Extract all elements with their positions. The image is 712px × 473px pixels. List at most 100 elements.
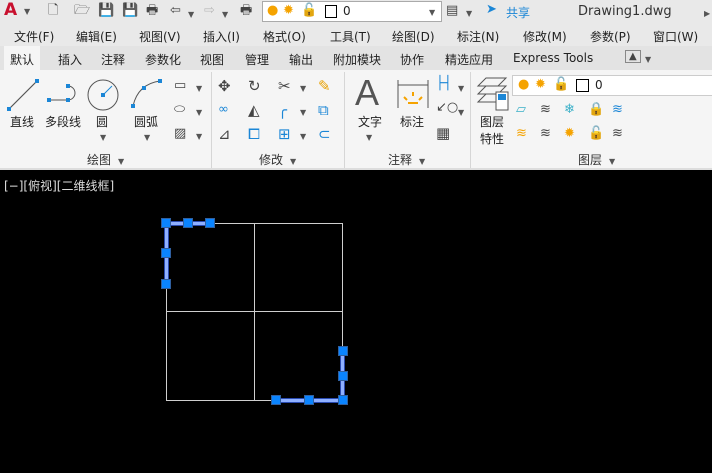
chevron-down-icon[interactable]: ▼	[118, 154, 124, 170]
save-icon[interactable]: 💾	[98, 3, 114, 19]
modify-panel-title[interactable]: 修改	[259, 151, 283, 168]
linear-dimension-icon[interactable]: ├┤	[436, 76, 452, 92]
chevron-down-icon[interactable]: ▼	[645, 52, 651, 68]
tab-collaborate[interactable]: 协作	[400, 51, 424, 68]
polyline-icon[interactable]	[46, 82, 80, 108]
chevron-down-icon[interactable]: ▼	[419, 154, 425, 170]
layer-combo[interactable]: ● ✹ 🔓 0 ▼	[262, 1, 442, 22]
grip[interactable]	[161, 248, 171, 258]
app-logo[interactable]: A	[4, 2, 17, 19]
menu-view[interactable]: 视图(V)	[139, 28, 181, 45]
ellipse-icon[interactable]: ⬭	[174, 102, 185, 118]
hatch-icon[interactable]: ▨	[174, 126, 186, 142]
ribbon-minimize-icon[interactable]: ▲	[625, 50, 641, 63]
app-menu-dropdown-icon[interactable]: ▼	[24, 4, 30, 20]
rectangle-icon[interactable]: ▭	[174, 78, 186, 94]
save-as-icon[interactable]: 💾	[122, 3, 138, 19]
offset-icon[interactable]: ⊂	[318, 126, 331, 142]
grip[interactable]	[183, 218, 193, 228]
layer-match-icon[interactable]: ≋	[612, 102, 623, 118]
menu-edit[interactable]: 编辑(E)	[76, 28, 117, 45]
plot-icon[interactable]: 🖶	[240, 3, 252, 19]
table-icon[interactable]: ▦	[436, 125, 450, 141]
workspace-icon[interactable]: ▤	[446, 3, 458, 19]
new-icon[interactable]: 🗋	[48, 3, 58, 19]
grip[interactable]	[304, 395, 314, 405]
line-icon[interactable]	[6, 78, 40, 112]
polyline-button[interactable]: 多段线	[45, 113, 81, 130]
grid-line-center[interactable]	[254, 223, 255, 400]
arc-button[interactable]: 圆弧	[134, 113, 158, 130]
layer-unlock-icon[interactable]: 🔓	[588, 126, 604, 142]
menu-draw[interactable]: 绘图(D)	[392, 28, 435, 45]
print-icon[interactable]: 🖶	[146, 3, 158, 19]
stretch-icon[interactable]: ⊿	[218, 126, 231, 142]
chevron-down-icon[interactable]: ▼	[300, 129, 306, 145]
fillet-icon[interactable]: ╭	[278, 102, 287, 118]
tab-parametric[interactable]: 参数化	[145, 51, 181, 68]
menu-parametric[interactable]: 参数(P)	[590, 28, 631, 45]
explode-icon[interactable]: ⧉	[318, 102, 329, 118]
menu-tools[interactable]: 工具(T)	[330, 28, 371, 45]
redo-dropdown-icon[interactable]: ▼	[222, 7, 228, 23]
tab-default[interactable]: 默认	[4, 46, 41, 70]
arc-dropdown-icon[interactable]: ▼	[144, 130, 150, 146]
viewport-controls[interactable]: [−][俯视][二维线框]	[4, 177, 114, 194]
line-button[interactable]: 直线	[10, 113, 34, 130]
tab-express-tools[interactable]: Express Tools	[513, 51, 593, 65]
move-icon[interactable]: ✥	[218, 78, 231, 94]
text-dropdown-icon[interactable]: ▼	[366, 130, 372, 146]
menu-dimension[interactable]: 标注(N)	[457, 28, 499, 45]
draw-panel-title[interactable]: 绘图	[87, 151, 111, 168]
layer-dropdown[interactable]: ● ✹ 🔓 0	[512, 75, 712, 96]
array-icon[interactable]: ⊞	[278, 126, 291, 142]
chevron-down-icon[interactable]: ▼	[458, 81, 464, 97]
layer-unisolate-icon[interactable]: ≋	[540, 126, 551, 142]
layer-thaw-icon[interactable]: ✹	[564, 126, 575, 142]
layers-panel-title[interactable]: 图层	[578, 151, 602, 168]
circle-icon[interactable]	[86, 78, 120, 112]
layer-properties-button-line2[interactable]: 特性	[480, 130, 504, 147]
grip[interactable]	[205, 218, 215, 228]
grip[interactable]	[338, 371, 348, 381]
layer-lock-icon[interactable]: 🔒	[588, 102, 604, 118]
tab-addins[interactable]: 附加模块	[333, 51, 381, 68]
layer-freeze-icon[interactable]: ❄	[564, 102, 575, 118]
grip[interactable]	[161, 279, 171, 289]
menu-modify[interactable]: 修改(M)	[523, 28, 567, 45]
tab-insert[interactable]: 插入	[58, 51, 82, 68]
layer-make-current-icon[interactable]: ≋	[612, 126, 623, 142]
tab-view[interactable]: 视图	[200, 51, 224, 68]
text-button[interactable]: 文字	[358, 113, 382, 130]
layer-off-icon[interactable]: ▱	[516, 102, 526, 118]
grip[interactable]	[338, 395, 348, 405]
text-icon[interactable]: A	[355, 74, 379, 112]
share-icon[interactable]: ➤	[486, 2, 497, 18]
tab-featured-apps[interactable]: 精选应用	[445, 51, 493, 68]
arc-icon[interactable]	[130, 78, 164, 108]
layer-isolate-icon[interactable]: ≋	[540, 102, 551, 118]
menu-file[interactable]: 文件(F)	[14, 28, 54, 45]
chevron-down-icon[interactable]: ▼	[300, 105, 306, 121]
customize-dropdown-icon[interactable]: ▼	[466, 6, 472, 22]
dimension-icon[interactable]	[396, 78, 430, 110]
chevron-down-icon[interactable]: ▼	[458, 105, 464, 121]
undo-dropdown-icon[interactable]: ▼	[188, 7, 194, 23]
redo-icon[interactable]: ⇨	[204, 3, 215, 19]
share-button[interactable]: 共享	[506, 4, 530, 21]
circle-button[interactable]: 圆	[96, 113, 108, 130]
chevron-right-icon[interactable]: ▶	[704, 6, 710, 22]
grip[interactable]	[161, 218, 171, 228]
annotation-panel-title[interactable]: 注释	[388, 151, 412, 168]
layer-properties-icon[interactable]	[476, 76, 510, 112]
tab-manage[interactable]: 管理	[245, 51, 269, 68]
dimension-button[interactable]: 标注	[400, 113, 424, 130]
layer-properties-button[interactable]: 图层	[480, 113, 504, 130]
undo-icon[interactable]: ⇦	[170, 3, 181, 19]
leader-icon[interactable]: ↙○	[436, 100, 458, 116]
menu-format[interactable]: 格式(O)	[263, 28, 306, 45]
chevron-down-icon[interactable]: ▼	[429, 5, 435, 21]
tab-annotate[interactable]: 注释	[101, 51, 125, 68]
chevron-down-icon[interactable]: ▼	[196, 81, 202, 97]
menu-insert[interactable]: 插入(I)	[203, 28, 240, 45]
